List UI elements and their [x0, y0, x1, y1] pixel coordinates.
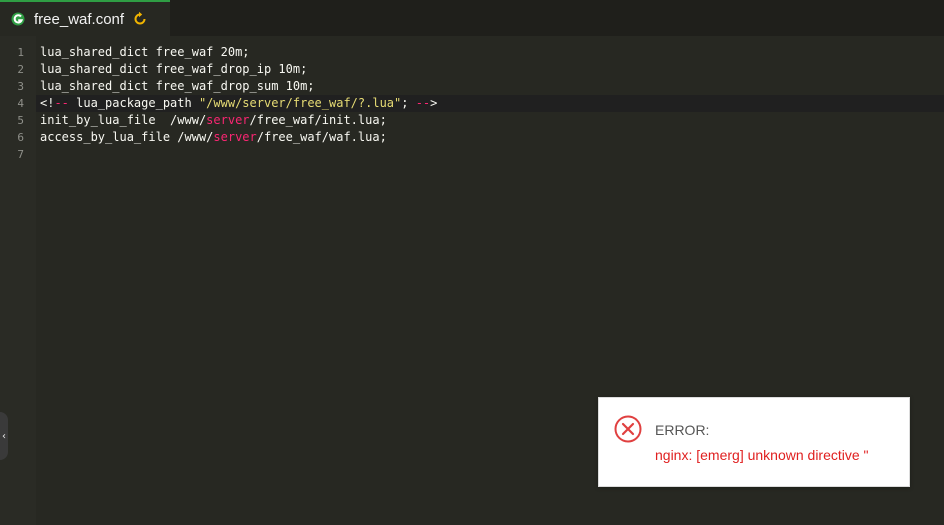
code-token: /free_waf/init.lua; — [249, 113, 387, 127]
code-token: "/www/server/free_waf/?.lua" — [198, 96, 402, 110]
code-token: lua_shared_dict free_waf_drop_sum 10m; — [40, 79, 315, 93]
code-line[interactable]: lua_shared_dict free_waf 20m; — [40, 44, 250, 61]
code-line[interactable]: init_by_lua_file /www/server/free_waf/in… — [40, 112, 387, 129]
code-token: ; — [401, 96, 416, 110]
tab-free-waf-conf[interactable]: free_waf.conf — [0, 0, 170, 36]
code-token: -- — [54, 96, 69, 110]
toast-title: ERROR: — [655, 422, 710, 438]
tab-title: free_waf.conf — [34, 10, 125, 28]
line-number: 5 — [17, 114, 24, 127]
line-number: 1 — [17, 46, 24, 59]
code-line[interactable]: lua_shared_dict free_waf_drop_sum 10m; — [40, 78, 315, 95]
line-number: 7 — [17, 148, 24, 161]
code-token: -- — [415, 96, 431, 110]
code-token: access_by_lua_file /www/ — [40, 130, 214, 144]
code-token: lua_shared_dict free_waf 20m; — [40, 45, 250, 59]
g-logo-icon — [11, 12, 25, 26]
line-number: 3 — [17, 80, 24, 93]
code-token: server — [206, 113, 250, 127]
toast-message: nginx: [emerg] unknown directive " — [655, 447, 869, 463]
code-token: <! — [40, 96, 55, 110]
code-token: > — [430, 96, 438, 110]
line-number: 4 — [17, 97, 24, 110]
code-line[interactable]: <!-- lua_package_path "/www/server/free_… — [40, 95, 437, 112]
code-token: /free_waf/waf.lua; — [256, 130, 387, 144]
chevron-left-icon: ‹ — [2, 430, 6, 442]
tab-bar: free_waf.conf — [0, 0, 944, 36]
error-toast: ERROR: nginx: [emerg] unknown directive … — [598, 397, 910, 487]
code-token: lua_package_path — [68, 96, 199, 110]
code-line[interactable]: lua_shared_dict free_waf_drop_ip 10m; — [40, 61, 307, 78]
error-circle-icon — [614, 415, 642, 443]
sidebar-toggle-handle[interactable]: ‹ — [0, 412, 8, 460]
code-token: lua_shared_dict free_waf_drop_ip 10m; — [40, 62, 308, 76]
line-number: 2 — [17, 63, 24, 76]
code-line[interactable]: access_by_lua_file /www/server/free_waf/… — [40, 129, 387, 146]
line-number: 6 — [17, 131, 24, 144]
code-token: server — [213, 130, 257, 144]
code-token: init_by_lua_file /www/ — [40, 113, 207, 127]
refresh-icon[interactable] — [132, 11, 148, 27]
